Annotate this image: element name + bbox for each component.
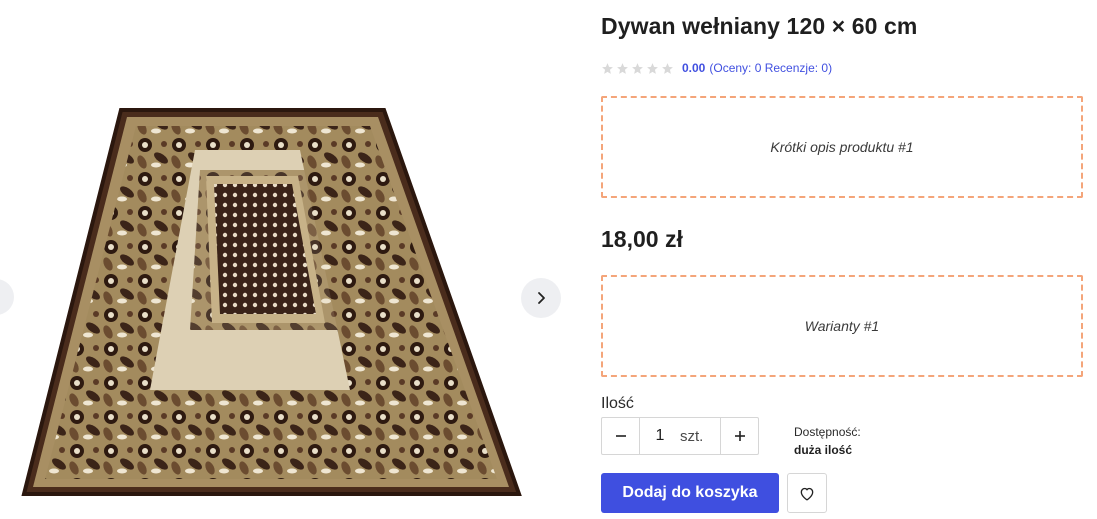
minus-icon: [615, 435, 626, 437]
quantity-decrease-button[interactable]: [602, 418, 640, 454]
star-icon[interactable]: [601, 62, 614, 75]
star-icon[interactable]: [661, 62, 674, 75]
product-rating: 0.00 (Oceny: 0 Recenzje: 0): [601, 61, 832, 75]
product-info: Dywan wełniany 120 × 60 cm 0.00 (Oceny: …: [601, 0, 1083, 519]
add-to-cart-button[interactable]: Dodaj do koszyka: [601, 473, 779, 513]
product-image[interactable]: [0, 0, 570, 519]
short-description-placeholder: Krótki opis produktu #1: [601, 96, 1083, 198]
heart-icon: [800, 487, 814, 501]
availability-value: duża ilość: [794, 443, 853, 457]
quantity-unit: szt.: [680, 427, 704, 445]
availability-label: Dostępność:: [794, 425, 861, 439]
variants-text: Warianty #1: [804, 318, 880, 334]
star-icon[interactable]: [616, 62, 629, 75]
quantity-increase-button[interactable]: [720, 418, 758, 454]
star-icon[interactable]: [646, 62, 659, 75]
quantity-stepper: szt.: [601, 417, 759, 455]
variants-placeholder: Warianty #1: [601, 275, 1083, 377]
short-description-text: Krótki opis produktu #1: [770, 139, 914, 155]
product-price: 18,00 zł: [601, 226, 683, 252]
chevron-right-icon: [538, 292, 545, 304]
quantity-label: Ilość: [601, 395, 634, 412]
plus-icon: [734, 431, 745, 441]
rating-value[interactable]: 0.00: [682, 61, 705, 75]
wishlist-button[interactable]: [787, 473, 827, 513]
star-icon[interactable]: [631, 62, 644, 75]
gallery-next-button[interactable]: [521, 278, 561, 318]
quantity-input[interactable]: [640, 427, 680, 445]
product-gallery: [0, 0, 570, 519]
availability: Dostępność: duża ilość: [794, 423, 861, 459]
rating-stars: [601, 62, 674, 75]
rating-meta-link[interactable]: (Oceny: 0 Recenzje: 0): [709, 61, 832, 75]
product-title: Dywan wełniany 120 × 60 cm: [601, 13, 918, 39]
